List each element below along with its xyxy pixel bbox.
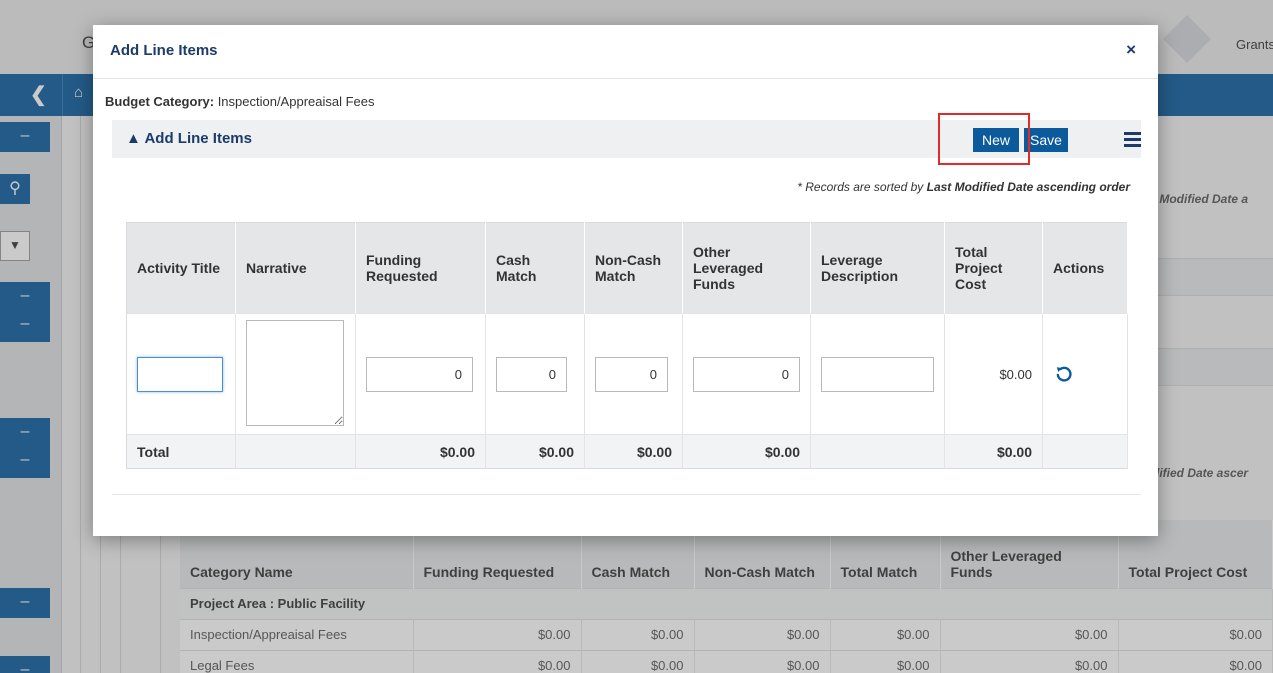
column-header: Narrative [235,222,356,314]
funding-requested-input[interactable] [366,356,473,392]
undo-icon[interactable] [1055,365,1073,383]
hamburger-menu-icon[interactable] [1124,132,1141,147]
add-line-items-dialog: Add Line Items × Budget Category: Inspec… [93,25,1158,536]
sort-note-prefix: * Records are sorted by [797,180,927,194]
total-other-leveraged-funds: $0.00 [682,434,811,469]
other-leveraged-funds-input[interactable] [693,356,800,392]
totals-label: Total [126,434,236,469]
column-header: Actions [1042,222,1128,314]
modal-title: Add Line Items [110,42,218,59]
table-cell [485,313,585,435]
activity-title-input[interactable] [137,356,223,392]
table-cell [1042,434,1128,469]
total-cash-match: $0.00 [485,434,585,469]
column-header: Activity Title [126,222,236,314]
table-cell [584,313,683,435]
sort-note-emphasis: Last Modified Date ascending order [926,180,1130,194]
table-cell [810,434,945,469]
total-project-cost: $0.00 [944,313,1043,435]
budget-category: Budget Category: Inspection/Appreaisal F… [105,94,375,109]
column-header: Funding Requested [355,222,486,314]
table-cell [682,313,811,435]
section-toggle[interactable]: ▲ Add Line Items [126,130,252,147]
budget-category-value: Inspection/Appreaisal Fees [217,94,375,109]
highlight-box [938,113,1030,165]
total-non-cash-match: $0.00 [584,434,683,469]
column-header: Leverage Description [810,222,945,314]
divider [112,494,1141,495]
table-cell [810,313,945,435]
sort-note: * Records are sorted by Last Modified Da… [797,180,1130,194]
table-cell [126,313,236,435]
non-cash-match-input[interactable] [595,356,668,392]
budget-category-label: Budget Category: [105,94,215,109]
close-icon[interactable]: × [1126,40,1136,60]
total-funding-requested: $0.00 [355,434,486,469]
modal-header: Add Line Items × [93,25,1158,79]
column-header: Total Project Cost [944,222,1043,314]
totals-row: Total $0.00 $0.00 $0.00 $0.00 $0.00 [126,434,1128,469]
column-header: Non-Cash Match [584,222,683,314]
narrative-textarea[interactable] [246,319,344,426]
table-row: $0.00 [126,313,1128,435]
line-items-table: Activity Title Narrative Funding Request… [126,222,1128,469]
save-button[interactable]: Save [1024,128,1068,152]
cash-match-input[interactable] [496,356,567,392]
column-header: Cash Match [485,222,585,314]
table-cell [355,313,486,435]
table-cell [235,434,356,469]
leverage-description-input[interactable] [821,356,934,392]
table-cell [1042,313,1128,435]
table-cell [235,313,356,435]
total-project-cost-sum: $0.00 [944,434,1043,469]
column-header: Other Leveraged Funds [682,222,811,314]
